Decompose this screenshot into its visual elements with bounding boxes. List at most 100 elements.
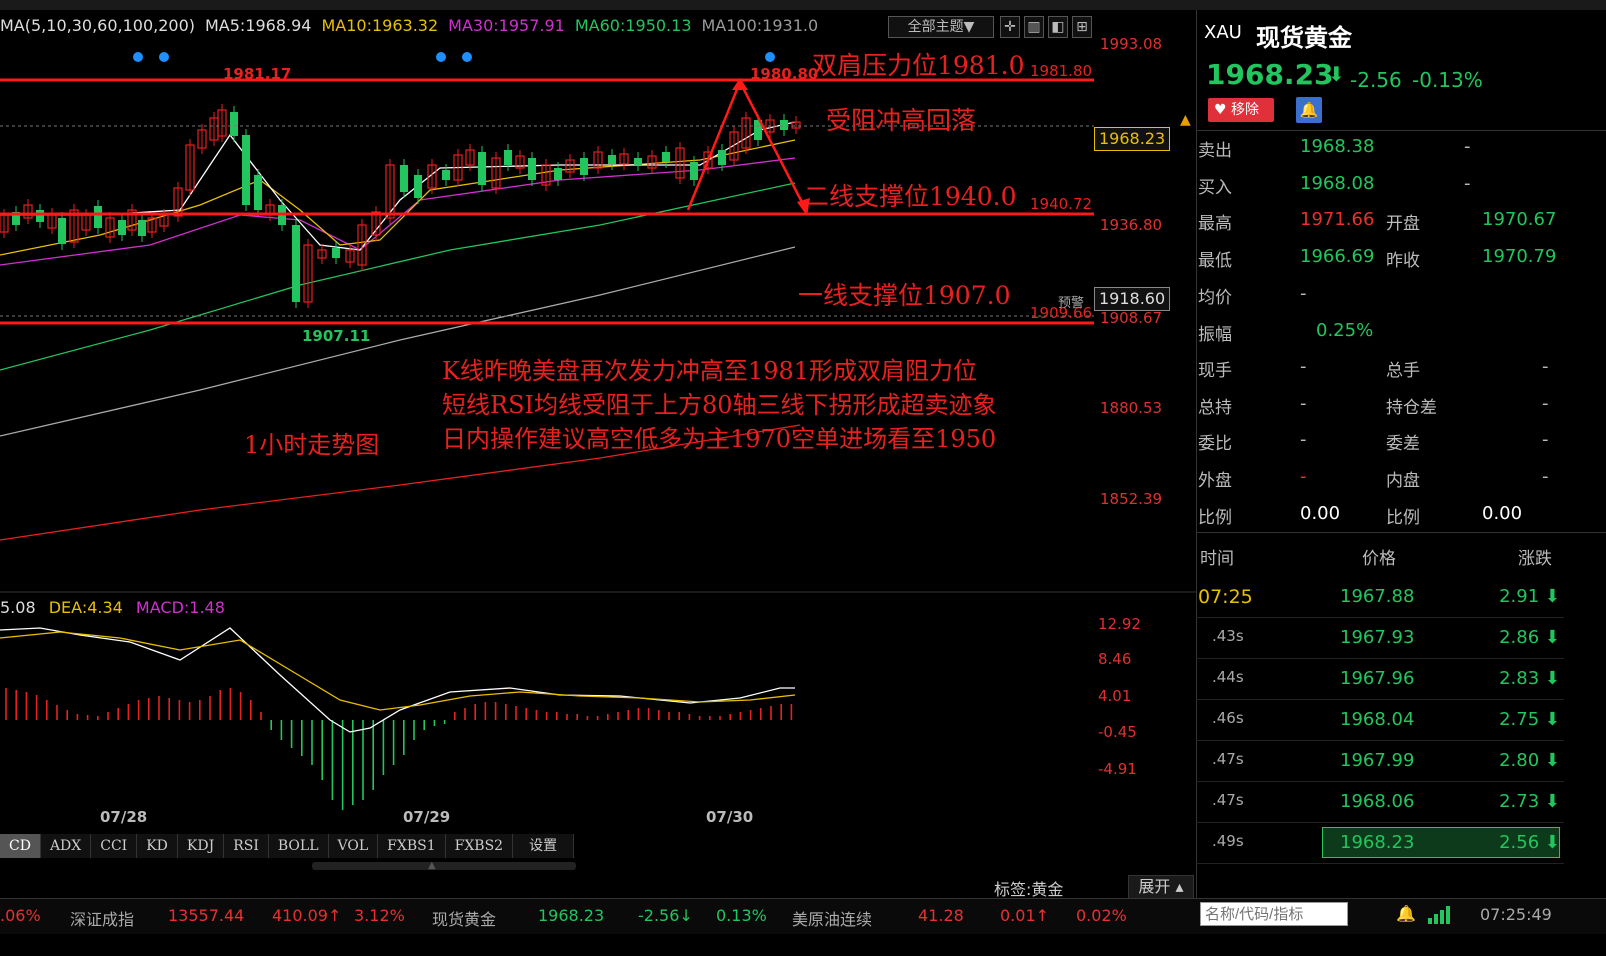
- macd-axis-label: 4.01: [1098, 687, 1132, 705]
- tick-time: .47s: [1212, 791, 1244, 809]
- ticker-oil-pct: 0.02%: [1076, 906, 1127, 925]
- macd-axis-label: -4.91: [1098, 760, 1137, 778]
- candle-body: [36, 210, 44, 222]
- ticker-gold-change: -2.56↓: [638, 906, 693, 925]
- quote-label: 卖出: [1198, 141, 1232, 161]
- quote-label: 内盘: [1386, 471, 1420, 491]
- quote-label: 总手: [1386, 361, 1420, 381]
- quote-value: -: [1300, 393, 1307, 414]
- date-label: 07/29: [403, 808, 451, 826]
- ticker-index-name[interactable]: 深证成指: [70, 906, 134, 930]
- ticker-gold-name[interactable]: 现货黄金: [432, 906, 496, 930]
- expand-button[interactable]: 展开 ▴: [1128, 875, 1194, 899]
- instrument-code: XAU: [1204, 22, 1242, 43]
- instrument-change: -2.56: [1350, 68, 1402, 92]
- ticker-index-pct: 3.12%: [354, 906, 405, 925]
- signal-dot: [133, 52, 143, 62]
- tab-rsi[interactable]: RSI: [224, 834, 269, 858]
- instrument-name: 现货黄金: [1256, 23, 1352, 52]
- indicator-tabs: CD ADX CCI KD KDJ RSI BOLL VOL FXBS1 FXB…: [0, 834, 575, 858]
- candle-body: [634, 158, 642, 165]
- ticker-oil-value: 41.28: [918, 906, 964, 925]
- signal-dot: [159, 52, 169, 62]
- quote-value: 1970.79: [1482, 246, 1557, 267]
- tab-boll[interactable]: BOLL: [268, 834, 329, 858]
- tick-change: 2.83 ⬇: [1499, 668, 1560, 689]
- tab-macd[interactable]: CD: [0, 834, 41, 858]
- tick-change-value: 2.80: [1499, 750, 1540, 771]
- bar-chart-icon[interactable]: ▥: [1024, 16, 1044, 38]
- quote-value: 1968.08: [1300, 173, 1375, 194]
- candle-body: [504, 150, 512, 165]
- ticker-gold-pct: 0.13%: [716, 906, 767, 925]
- tab-cci[interactable]: CCI: [91, 834, 138, 858]
- tick-row: .49s 1968.23 2.56 ⬇: [1196, 822, 1564, 864]
- quote-value: -: [1464, 173, 1471, 194]
- candle-body: [554, 168, 562, 180]
- tick-price: 1968.04: [1340, 709, 1415, 730]
- tick-price: 1967.88: [1340, 586, 1415, 607]
- candle-body: [94, 206, 102, 228]
- ma-legend: MA(5,10,30,60,100,200) MA5:1968.94 MA10:19…: [0, 16, 828, 35]
- ticker-index-value: 13557.44: [168, 906, 245, 925]
- tab-fxbs1[interactable]: FXBS1: [378, 834, 446, 858]
- tick-change-value: 2.75: [1499, 709, 1540, 730]
- candle-body: [442, 170, 450, 180]
- scroll-up-icon[interactable]: ▲: [428, 860, 436, 871]
- tick-row: .43s 1967.93 2.86 ⬇: [1196, 617, 1564, 659]
- macd-chart[interactable]: [0, 610, 1196, 810]
- bell-icon[interactable]: 🔔: [1296, 97, 1322, 123]
- remove-watch-button[interactable]: ♥ 移除: [1208, 98, 1274, 122]
- candle-body: [780, 120, 788, 130]
- warning-price-marker[interactable]: 1918.60: [1094, 287, 1171, 311]
- quote-value: -: [1300, 283, 1307, 304]
- down-arrow-icon: ⬇: [1539, 791, 1560, 812]
- down-arrow-icon: ⬇: [1539, 832, 1560, 853]
- crosshair-icon[interactable]: ✛: [1000, 16, 1020, 38]
- tick-row: .44s 1967.96 2.83 ⬇: [1196, 658, 1564, 700]
- search-input[interactable]: [1200, 902, 1348, 926]
- tab-kd[interactable]: KD: [137, 834, 178, 858]
- candlestick-chart[interactable]: [0, 40, 1196, 600]
- ticker-oil-name[interactable]: 美原油连续: [792, 906, 872, 930]
- tick-price: 1967.93: [1340, 627, 1415, 648]
- tick-change: 2.75 ⬇: [1499, 709, 1560, 730]
- peak-left-label: 1981.17: [223, 65, 292, 83]
- quote-value: -: [1542, 356, 1549, 377]
- ma10-value: MA10:1963.32: [321, 16, 439, 35]
- tick-time: .46s: [1212, 709, 1244, 727]
- alert-bell-icon[interactable]: 🔔: [1396, 904, 1416, 923]
- ma30-value: MA30:1957.91: [448, 16, 565, 35]
- candle-body: [242, 135, 250, 205]
- quote-value: -: [1464, 136, 1471, 157]
- signal-strength-icon: [1428, 904, 1456, 928]
- pattern-arrow: [686, 79, 809, 213]
- price-axis-label: 1852.39: [1100, 490, 1163, 508]
- ticker-gold-value: 1968.23: [538, 906, 605, 925]
- chart-type-icon[interactable]: ◧: [1048, 16, 1068, 38]
- quote-label: 最高: [1198, 214, 1232, 234]
- heart-icon: ♥: [1214, 102, 1227, 118]
- timeframe-label: 1小时走势图: [244, 431, 380, 459]
- support1-annotation: 一线支撑位1907.0: [798, 281, 1011, 310]
- tick-change: 2.56 ⬇: [1499, 832, 1560, 853]
- tab-settings[interactable]: 设置: [513, 834, 575, 858]
- quote-value: -: [1542, 429, 1549, 450]
- quote-value: 1971.66: [1300, 209, 1375, 230]
- tick-change-value: 2.86: [1499, 627, 1540, 648]
- candle-body: [118, 220, 126, 235]
- analysis-line-2: 短线RSI均线受阻于上方80轴三线下拐形成超卖迹象: [442, 391, 997, 419]
- candle-body: [414, 175, 422, 198]
- tab-vol[interactable]: VOL: [328, 834, 379, 858]
- candle-body: [690, 162, 698, 180]
- tab-fxbs2[interactable]: FXBS2: [445, 834, 514, 858]
- settings-grid-icon[interactable]: ⊞: [1072, 16, 1092, 38]
- tab-kdj[interactable]: KDJ: [177, 834, 225, 858]
- quote-value: -: [1542, 466, 1549, 487]
- tick-change: 2.86 ⬇: [1499, 627, 1560, 648]
- resistance-annotation: 双肩压力位1981.0: [812, 51, 1025, 80]
- ticker-pct: .06%: [0, 906, 41, 925]
- tab-adx[interactable]: ADX: [40, 834, 92, 858]
- horizontal-scrollbar[interactable]: [312, 862, 576, 870]
- theme-select[interactable]: 全部主题▼: [888, 16, 994, 38]
